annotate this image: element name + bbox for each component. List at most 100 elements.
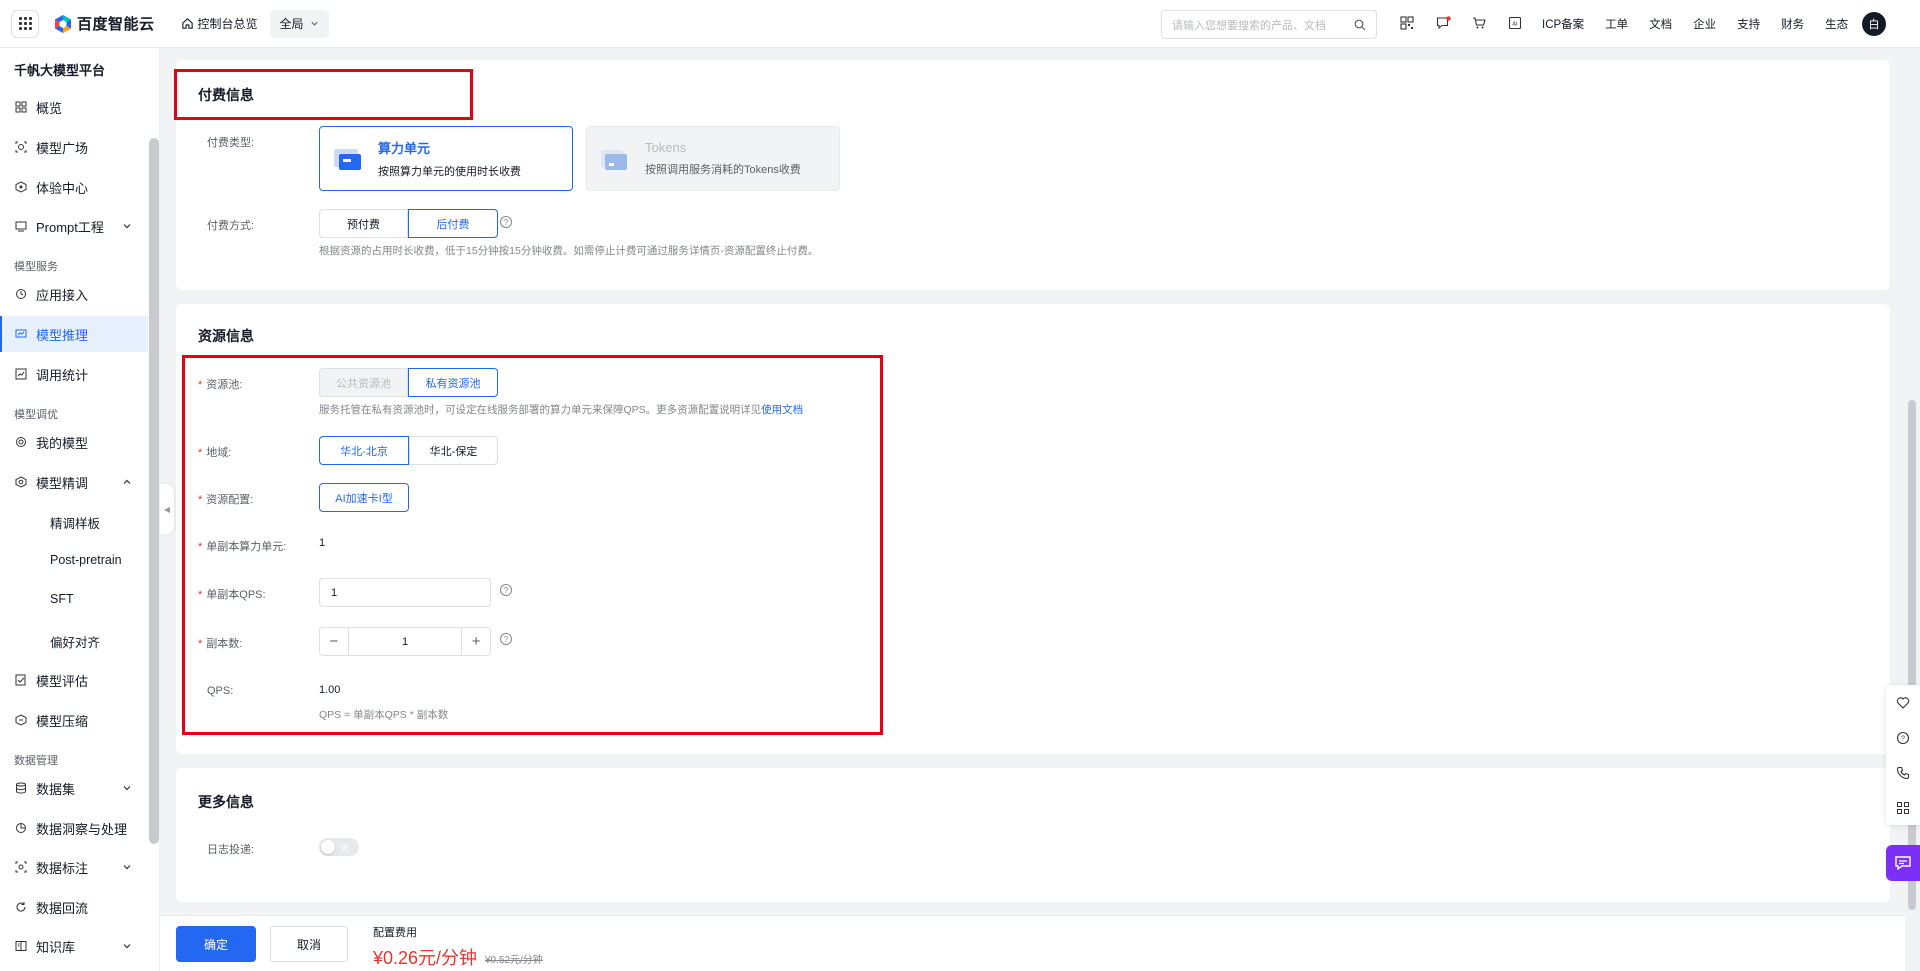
pay-type-compute-unit[interactable]: 算力单元 按照算力单元的使用时长收费 [319, 126, 573, 191]
sidebar-item-label: 模型广场 [36, 140, 89, 156]
model-square-icon [14, 140, 28, 154]
pay-type-title: 算力单元 [378, 141, 431, 156]
app-access-icon [14, 287, 28, 301]
pay-method-label: 付费方式: [207, 220, 255, 232]
sidebar-item-experience[interactable]: 体验中心 [0, 169, 148, 205]
sidebar-item-label: 数据洞察与处理 [36, 821, 128, 837]
pay-method-prepaid[interactable]: 预付费 [319, 209, 408, 238]
sidebar-subitem-sample[interactable]: 精调样板 [50, 513, 100, 532]
sidebar-item-label: 模型精调 [36, 475, 89, 491]
sidebar-title: 千帆大模型平台 [14, 63, 106, 78]
sidebar-item-label: 数据回流 [36, 900, 89, 916]
apps-icon[interactable] [1886, 790, 1920, 825]
home-icon [181, 18, 193, 29]
sidebar-item-knowledge[interactable]: 知识库 [0, 928, 148, 964]
apps-menu-button[interactable] [11, 9, 39, 38]
nav-ticket[interactable]: 工单 [1605, 16, 1628, 32]
ai-icon[interactable]: AI [1506, 14, 1524, 32]
pay-type-desc: 按照调用服务消耗的Tokens收费 [645, 164, 801, 176]
sidebar-item-compress[interactable]: 模型压缩 [0, 702, 148, 738]
cart-icon[interactable] [1470, 14, 1488, 32]
message-icon[interactable] [1434, 14, 1452, 32]
help-icon[interactable]: ? [500, 216, 512, 228]
sidebar-subitem-sft[interactable]: SFT [50, 592, 74, 606]
chevron-up-icon [123, 479, 131, 484]
console-home-label: 控制台总览 [197, 17, 258, 31]
sidebar-item-label: 模型推理 [36, 327, 89, 343]
confirm-button[interactable]: 确定 [176, 926, 256, 962]
help-circle-icon[interactable]: ? [1886, 720, 1920, 755]
chevron-left-icon: ◀ [163, 504, 171, 514]
sidebar-item-model-square[interactable]: 模型广场 [0, 129, 148, 165]
main-scrollbar[interactable] [1908, 400, 1916, 910]
nav-support[interactable]: 支持 [1737, 16, 1760, 32]
floating-tool-panel: ? [1886, 685, 1920, 825]
user-avatar[interactable]: 白 [1862, 12, 1886, 36]
pay-type-title: Tokens [645, 140, 687, 155]
search-icon[interactable] [1354, 19, 1366, 31]
fee-price: ¥0.26元/分钟 [373, 948, 478, 968]
footer-action-bar: 确定 取消 配置费用 ¥0.26元/分钟 ¥0.52元/分钟 [160, 915, 1905, 971]
sidebar-item-dataset[interactable]: 数据集 [0, 770, 148, 806]
inference-icon [14, 327, 28, 341]
sidebar-item-label: 模型评估 [36, 673, 89, 689]
cancel-button[interactable]: 取消 [270, 926, 348, 962]
chevron-down-icon [123, 944, 131, 949]
region-select[interactable]: 全局 [269, 9, 329, 38]
sidebar-item-annotate[interactable]: 数据标注 [0, 849, 148, 885]
sidebar-subitem-post-pretrain[interactable]: Post-pretrain [50, 553, 122, 567]
brand-logo[interactable]: 百度智能云 [53, 13, 155, 34]
sidebar-item-inference[interactable]: 模型推理 [0, 316, 148, 352]
sidebar-item-finetune[interactable]: 模型精调 [0, 464, 148, 500]
prompt-icon [14, 219, 28, 233]
sidebar-scrollbar[interactable] [149, 138, 159, 844]
search-placeholder: 请输入您想要搜索的产品、文档 [1172, 19, 1326, 32]
sidebar-item-overview[interactable]: 概览 [0, 89, 148, 125]
baidu-cloud-logo-icon [55, 14, 71, 33]
sidebar-item-insight[interactable]: 数据洞察与处理 [0, 810, 148, 846]
sidebar-item-label: 概览 [36, 100, 63, 116]
console-home-link[interactable]: 控制台总览 [181, 15, 258, 32]
chevron-down-icon [123, 224, 131, 229]
reflow-icon [14, 900, 28, 914]
phone-icon[interactable] [1886, 755, 1920, 790]
svg-text:?: ? [1901, 735, 1905, 742]
nav-icp[interactable]: ICP备案 [1542, 16, 1584, 32]
sidebar-subitem-preference[interactable]: 偏好对齐 [50, 632, 100, 651]
dataset-icon [14, 781, 28, 795]
pay-method-postpaid[interactable]: 后付费 [408, 209, 498, 238]
evaluate-icon [14, 673, 28, 687]
sidebar-collapse-button[interactable]: ◀ [160, 484, 174, 534]
chat-support-button[interactable] [1886, 845, 1920, 881]
finetune-icon [14, 475, 28, 489]
nav-docs[interactable]: 文档 [1649, 16, 1672, 32]
nav-finance[interactable]: 财务 [1781, 16, 1804, 32]
nav-ecosystem[interactable]: 生态 [1825, 16, 1848, 32]
qrcode-icon[interactable] [1398, 14, 1416, 32]
sidebar-group-model-tuning: 模型调优 [14, 409, 58, 421]
knowledge-icon [14, 939, 28, 953]
chat-icon [1895, 856, 1911, 871]
sidebar-item-evaluate[interactable]: 模型评估 [0, 662, 148, 698]
pay-method-hint: 根据资源的占用时长收费，低于15分钟按15分钟收费。如需停止计费可通过服务详情页… [319, 245, 819, 257]
sidebar-group-model-service: 模型服务 [14, 261, 58, 273]
insight-icon [14, 821, 28, 835]
chevron-down-icon [310, 21, 318, 26]
log-delivery-toggle[interactable]: 关 [319, 838, 359, 856]
chevron-down-icon [123, 786, 131, 791]
sidebar-item-stats[interactable]: 调用统计 [0, 356, 148, 392]
sidebar-item-app-access[interactable]: 应用接入 [0, 276, 148, 312]
highlight-resource-info [182, 355, 883, 735]
annotate-icon [14, 860, 28, 874]
favorite-icon[interactable] [1886, 685, 1920, 720]
pay-type-tokens[interactable]: Tokens 按照调用服务消耗的Tokens收费 [586, 126, 840, 191]
sidebar-item-prompt[interactable]: Prompt工程 [0, 208, 148, 244]
top-nav-links: ICP备案 工单 文档 企业 支持 财务 生态 [1542, 16, 1848, 32]
nav-enterprise[interactable]: 企业 [1693, 16, 1716, 32]
sidebar-item-label: 知识库 [36, 939, 76, 955]
sidebar-item-my-model[interactable]: 我的模型 [0, 424, 148, 460]
sidebar-item-reflow[interactable]: 数据回流 [0, 889, 148, 925]
chevron-down-icon [123, 865, 131, 870]
global-search-input[interactable]: 请输入您想要搜索的产品、文档 [1161, 10, 1377, 39]
sidebar-group-data-management: 数据管理 [14, 755, 58, 767]
